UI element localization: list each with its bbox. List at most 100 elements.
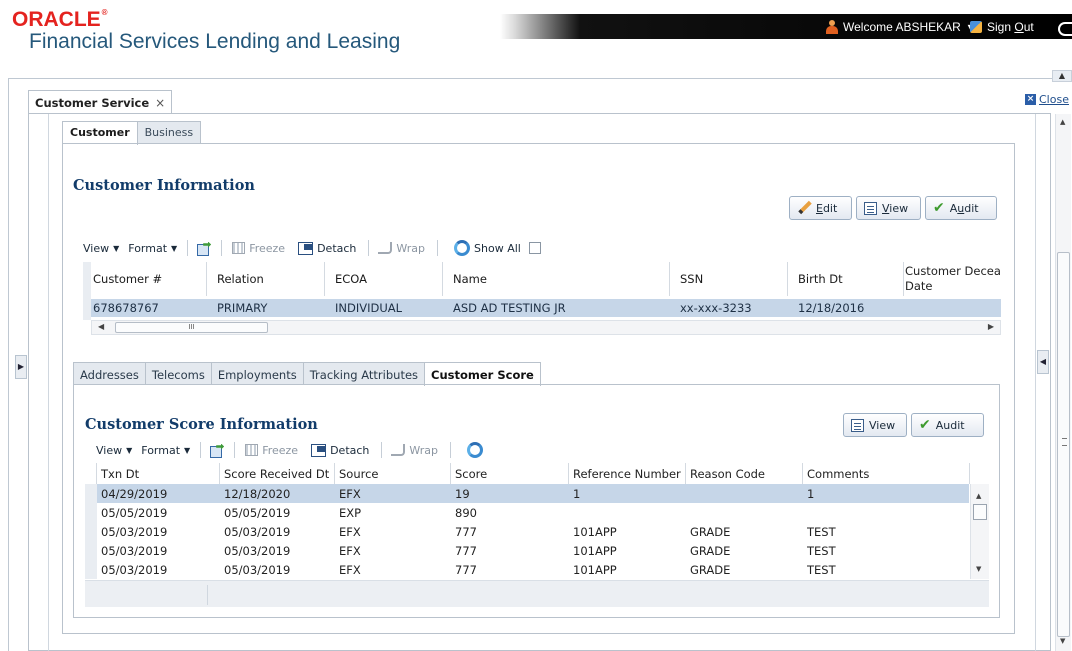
audit-button[interactable]: ✔ Audit <box>925 196 997 220</box>
scroll-right-icon[interactable]: ▶ <box>988 322 994 331</box>
column-header-ssn[interactable]: SSN <box>670 262 788 296</box>
left-panel-toggle-icon[interactable]: ▶ <box>15 355 27 379</box>
scrollbar-thumb[interactable] <box>1057 252 1070 637</box>
view-menu[interactable]: View ▼ <box>83 242 119 255</box>
export-button[interactable] <box>197 242 211 256</box>
score-audit-button[interactable]: ✔ Audit <box>911 413 984 437</box>
cell-name: ASD AD TESTING JR <box>453 301 566 315</box>
view-button[interactable]: View <box>856 196 921 220</box>
tab-customer-score[interactable]: Customer Score <box>424 362 541 386</box>
scroll-down-icon[interactable]: ▼ <box>1060 637 1065 645</box>
toolbar-separator <box>450 442 452 458</box>
column-header-reference-number[interactable]: Reference Number <box>569 463 686 484</box>
table-row[interactable]: 04/29/2019 12/18/2020 EFX 19 1 1 <box>97 484 969 503</box>
scroll-left-icon[interactable]: ◀ <box>98 322 104 331</box>
grid-footer <box>85 580 989 607</box>
column-header-customer-no[interactable]: Customer # <box>83 262 207 296</box>
freeze-button[interactable]: Freeze <box>232 242 285 255</box>
chevron-down-icon: ▼ <box>171 243 178 253</box>
column-header-comments[interactable]: Comments <box>803 463 970 484</box>
cell-txn-dt: 05/05/2019 <box>101 506 168 520</box>
show-all-toggle[interactable]: Show All <box>454 240 541 256</box>
customer-grid-toolbar: View ▼ Format ▼ Freeze Detach Wrap Show Al… <box>83 240 541 256</box>
view-doc-icon <box>864 201 877 215</box>
tab-addresses[interactable]: Addresses <box>73 362 146 385</box>
sign-out-link[interactable]: Sign Out <box>970 20 1034 34</box>
refresh-button[interactable] <box>467 442 484 458</box>
tab-employments[interactable]: Employments <box>210 362 304 385</box>
wrap-button[interactable]: Wrap <box>391 444 438 457</box>
column-header-reason-code[interactable]: Reason Code <box>686 463 803 484</box>
divider <box>207 585 208 605</box>
edit-button[interactable]: Edit <box>789 196 852 220</box>
wrap-button[interactable]: Wrap <box>378 242 425 255</box>
score-view-button[interactable]: View <box>843 413 907 437</box>
page-vertical-scrollbar[interactable]: ▲ ▼ <box>1055 114 1071 651</box>
scrollbar-thumb[interactable]: III <box>115 322 268 333</box>
column-header-birth-dt[interactable]: Birth Dt <box>788 262 904 296</box>
cell-received-dt: 05/05/2019 <box>224 506 291 520</box>
detail-tabbar: Addresses Telecoms Employments Tracking … <box>73 362 541 386</box>
view-menu[interactable]: View ▼ <box>96 444 132 457</box>
column-header-score-received-dt[interactable]: Score Received Dt <box>220 463 335 484</box>
customer-grid-horizontal-scrollbar[interactable]: ◀ III ▶ <box>91 320 1001 335</box>
cell-comments: 1 <box>807 487 815 501</box>
toolbar-separator <box>187 240 189 256</box>
detach-icon <box>311 443 327 457</box>
table-row[interactable]: 05/03/2019 05/03/2019 EFX 777 101APP GRA… <box>97 541 969 560</box>
cell-reference-number: 101APP <box>573 525 617 539</box>
detach-button[interactable]: Detach <box>298 241 356 255</box>
customer-tabbar: Customer Business <box>62 121 202 145</box>
table-row[interactable]: 05/03/2019 05/03/2019 EFX 777 101APP GRA… <box>97 522 969 541</box>
grip-icon <box>1062 438 1067 446</box>
scrollbar-thumb[interactable] <box>973 504 987 520</box>
view-menu-label: View <box>96 443 123 457</box>
tab-customer-service[interactable]: Customer Service × <box>28 90 173 115</box>
tab-business[interactable]: Business <box>136 121 202 144</box>
scroll-up-icon[interactable]: ▲ <box>1060 118 1065 126</box>
score-grid-vertical-scrollbar[interactable]: ▲ ▼ <box>970 484 989 579</box>
user-icon <box>826 20 838 34</box>
column-header-txn-dt[interactable]: Txn Dt <box>97 463 220 484</box>
cell-received-dt: 12/18/2020 <box>224 487 291 501</box>
column-header-relation[interactable]: Relation <box>207 262 325 296</box>
wrap-label: Wrap <box>396 241 426 255</box>
column-header-score[interactable]: Score <box>451 463 569 484</box>
table-row[interactable]: 05/05/2019 05/05/2019 EXP 890 <box>97 503 969 522</box>
tab-customer[interactable]: Customer <box>62 121 138 145</box>
column-header-customer-deceased-date[interactable]: Customer Deceas Date <box>904 262 1001 296</box>
cell-source: EXP <box>339 506 362 520</box>
scroll-down-icon[interactable]: ▼ <box>976 565 981 573</box>
cell-source: EFX <box>339 563 361 577</box>
freeze-button[interactable]: Freeze <box>245 444 298 457</box>
scroll-up-icon[interactable]: ▲ <box>976 492 981 500</box>
detach-button[interactable]: Detach <box>311 443 369 457</box>
cell-reference-number: 101APP <box>573 544 617 558</box>
freeze-label: Freeze <box>249 241 286 255</box>
show-all-checkbox[interactable] <box>528 242 541 254</box>
cell-ecoa: INDIVIDUAL <box>335 301 403 315</box>
format-menu-label: Format <box>128 241 168 255</box>
user-menu[interactable]: Welcome ABSHEKAR ▼ <box>826 20 975 34</box>
column-header-ecoa[interactable]: ECOA <box>325 262 443 296</box>
toolbar-separator <box>221 240 223 256</box>
tab-tracking-attributes[interactable]: Tracking Attributes <box>302 362 426 385</box>
cell-source: EFX <box>339 487 361 501</box>
column-header-name[interactable]: Name <box>443 262 670 296</box>
format-menu[interactable]: Format ▼ <box>141 444 190 457</box>
close-link[interactable]: × Close <box>1025 93 1069 106</box>
tab-close-icon[interactable]: × <box>155 91 165 115</box>
export-button[interactable] <box>210 444 224 458</box>
right-panel-toggle-icon[interactable]: ◀ <box>1037 350 1049 374</box>
format-menu[interactable]: Format ▼ <box>128 242 177 255</box>
column-header-source[interactable]: Source <box>335 463 451 484</box>
cell-txn-dt: 05/03/2019 <box>101 525 168 539</box>
table-row[interactable]: 05/03/2019 05/03/2019 EFX 777 101APP GRA… <box>97 560 969 579</box>
page-scroll-up-icon[interactable]: ▲ <box>1052 70 1072 82</box>
toolbar-separator <box>368 240 370 256</box>
divider <box>48 114 49 651</box>
detach-icon <box>298 241 314 255</box>
tab-telecoms[interactable]: Telecoms <box>144 362 212 385</box>
close-icon: × <box>1025 94 1036 105</box>
wrap-icon <box>378 242 393 254</box>
